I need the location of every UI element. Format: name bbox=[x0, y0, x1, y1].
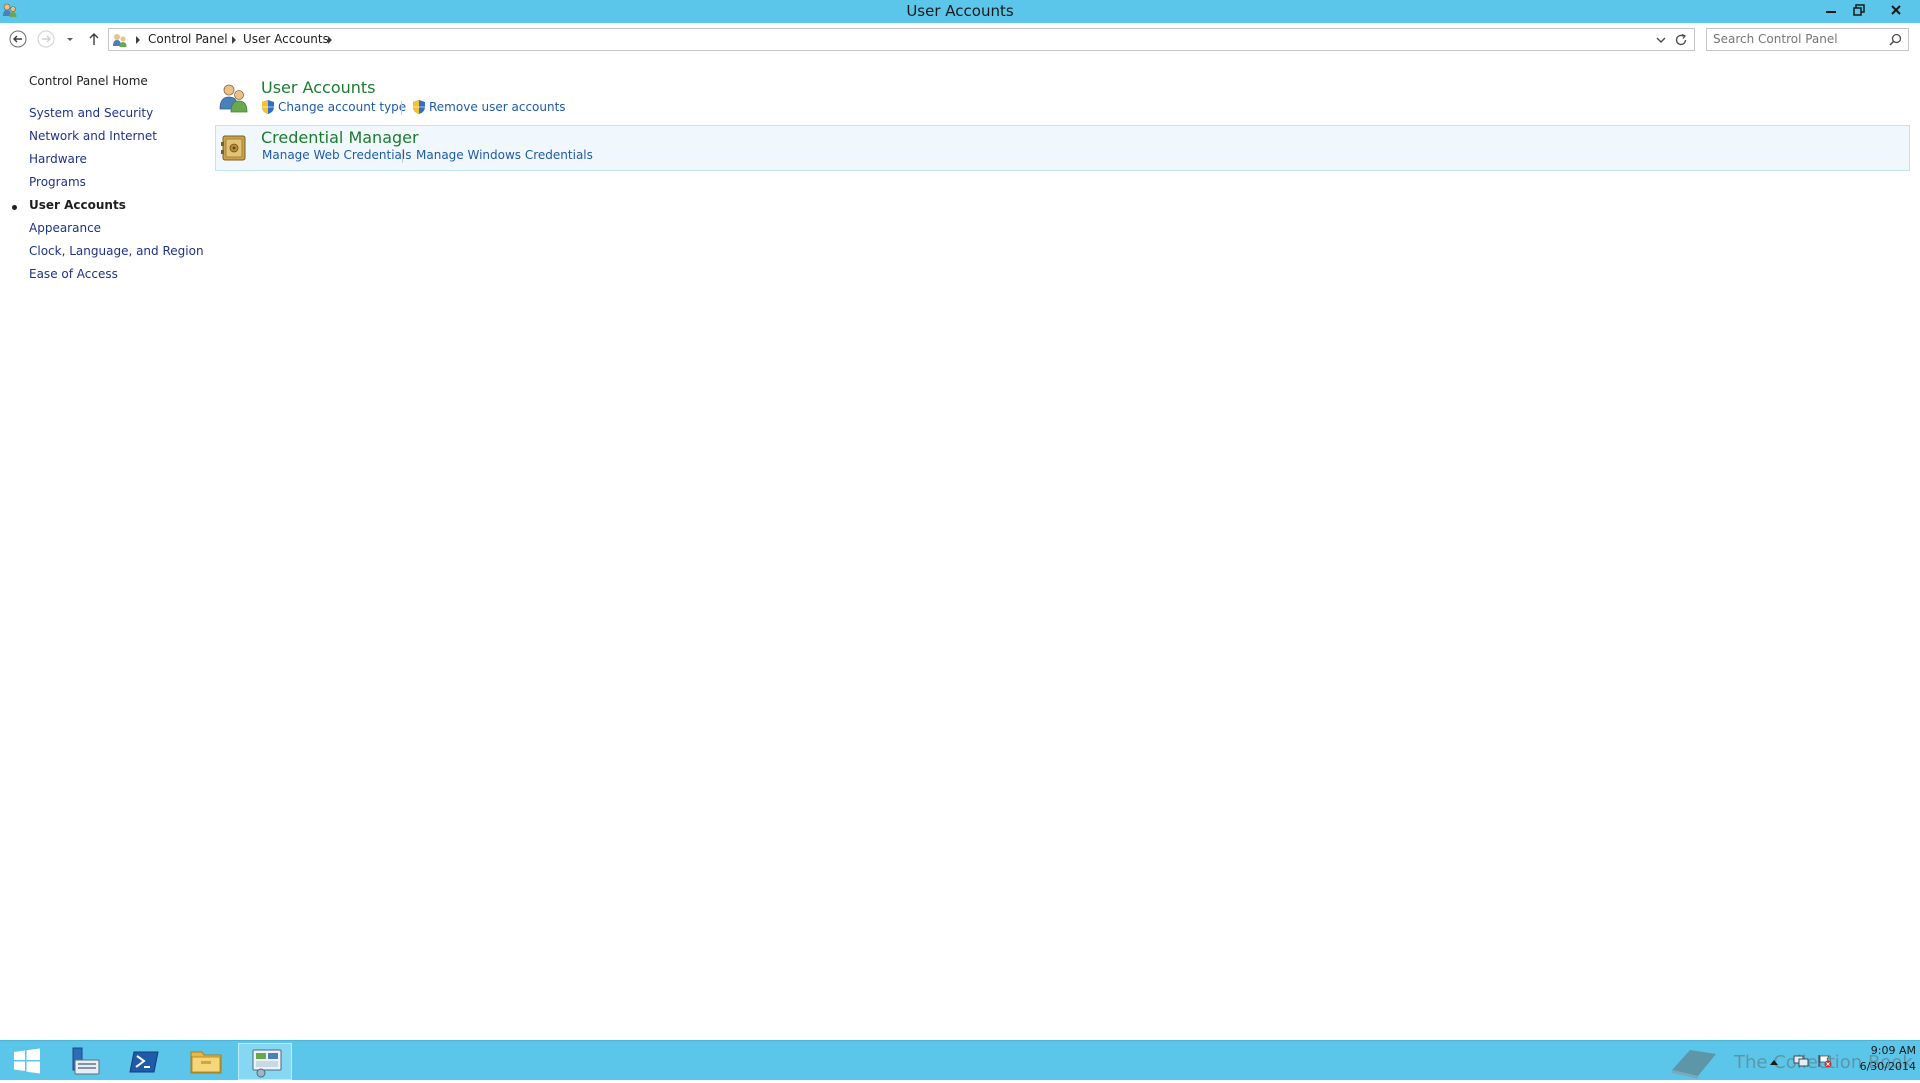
sidebar-item-programs[interactable]: Programs bbox=[29, 175, 86, 189]
sidebar-item-network-and-internet[interactable]: Network and Internet bbox=[29, 129, 157, 143]
server-manager-button[interactable] bbox=[57, 1043, 111, 1080]
file-explorer-icon bbox=[190, 1051, 222, 1074]
minimize-icon bbox=[1825, 11, 1836, 13]
clock-time: 9:09 AM bbox=[1870, 1044, 1916, 1057]
task-divider bbox=[402, 149, 403, 163]
system-clock[interactable]: 9:09 AM 6/30/2014 bbox=[1840, 1043, 1916, 1075]
network-tray-button[interactable] bbox=[1793, 1054, 1809, 1071]
restore-button[interactable] bbox=[1845, 0, 1872, 20]
chevron-down-icon bbox=[67, 38, 73, 41]
book-icon bbox=[1672, 1050, 1716, 1079]
address-dropdown-button[interactable] bbox=[1654, 33, 1668, 47]
file-explorer-button[interactable] bbox=[178, 1043, 232, 1080]
control-panel-taskbar-button[interactable] bbox=[238, 1043, 292, 1080]
up-button[interactable] bbox=[84, 29, 108, 53]
chevron-down-icon bbox=[1656, 37, 1666, 43]
sidebar-item-system-and-security[interactable]: System and Security bbox=[29, 106, 153, 120]
control-panel-home-link[interactable]: Control Panel Home bbox=[29, 74, 148, 88]
credential-manager-title-link[interactable]: Credential Manager bbox=[261, 128, 419, 147]
back-button[interactable] bbox=[8, 29, 32, 53]
back-arrow-icon bbox=[9, 30, 27, 48]
refresh-button[interactable] bbox=[1673, 32, 1689, 48]
window-title: User Accounts bbox=[906, 2, 1014, 20]
navigation-bar: Control Panel User Accounts bbox=[0, 23, 1920, 58]
action-center-button[interactable] bbox=[1817, 1054, 1833, 1071]
title-bar: User Accounts bbox=[0, 0, 1920, 23]
server-manager-icon bbox=[72, 1047, 100, 1075]
manage-windows-credentials-link[interactable]: Manage Windows Credentials bbox=[416, 148, 593, 162]
change-account-type-link[interactable]: Change account type bbox=[278, 100, 406, 114]
refresh-icon bbox=[1675, 33, 1687, 46]
sidebar-item-ease-of-access[interactable]: Ease of Access bbox=[29, 267, 118, 281]
network-icon bbox=[1793, 1055, 1809, 1067]
watermark-logo: The Collection Book bbox=[1666, 1044, 1913, 1080]
task-divider bbox=[401, 101, 402, 115]
breadcrumb-user-accounts[interactable]: User Accounts bbox=[243, 32, 329, 46]
breadcrumb-control-panel[interactable]: Control Panel bbox=[148, 32, 228, 46]
restore-icon bbox=[1852, 4, 1865, 16]
address-bar[interactable]: Control Panel User Accounts bbox=[108, 28, 1695, 51]
manage-web-credentials-link[interactable]: Manage Web Credentials bbox=[262, 148, 411, 162]
clock-date: 6/30/2014 bbox=[1859, 1060, 1916, 1073]
search-input[interactable] bbox=[1713, 32, 1883, 46]
powershell-button[interactable] bbox=[117, 1043, 171, 1080]
active-item-bullet-icon bbox=[12, 205, 17, 210]
category-credential-manager[interactable]: Credential Manager Manage Web Credential… bbox=[215, 125, 1910, 171]
chevron-up-icon bbox=[1770, 1060, 1778, 1065]
forward-button[interactable] bbox=[36, 29, 60, 53]
close-icon bbox=[1891, 5, 1901, 15]
minimize-button[interactable] bbox=[1817, 0, 1844, 20]
sidebar-item-hardware[interactable]: Hardware bbox=[29, 152, 87, 166]
control-panel-location-icon bbox=[112, 32, 128, 51]
breadcrumb-separator-icon[interactable] bbox=[326, 35, 334, 45]
sidebar-item-clock-language-region[interactable]: Clock, Language, and Region bbox=[29, 244, 204, 258]
credential-vault-icon[interactable] bbox=[219, 132, 251, 164]
remove-user-accounts-link[interactable]: Remove user accounts bbox=[429, 100, 566, 114]
search-icon[interactable] bbox=[1889, 33, 1902, 49]
recent-locations-button[interactable] bbox=[64, 29, 80, 53]
breadcrumb-separator-icon[interactable] bbox=[134, 35, 142, 45]
control-panel-icon bbox=[252, 1049, 282, 1078]
breadcrumb-separator-icon[interactable] bbox=[230, 35, 238, 45]
uac-shield-icon bbox=[261, 99, 275, 115]
user-accounts-title-link[interactable]: User Accounts bbox=[261, 78, 376, 97]
up-arrow-icon bbox=[89, 33, 99, 45]
start-button[interactable] bbox=[0, 1043, 54, 1080]
taskbar: The Collection Book 9:09 AM 6/30/2014 bbox=[0, 1040, 1920, 1080]
uac-shield-icon bbox=[412, 99, 426, 115]
close-button[interactable] bbox=[1880, 0, 1912, 20]
sidebar-item-user-accounts[interactable]: User Accounts bbox=[29, 198, 126, 212]
show-hidden-icons-button[interactable] bbox=[1769, 1055, 1779, 1069]
start-icon bbox=[14, 1048, 40, 1074]
sidebar-item-appearance[interactable]: Appearance bbox=[29, 221, 101, 235]
action-center-flag-icon bbox=[1818, 1055, 1832, 1068]
search-box[interactable] bbox=[1706, 28, 1909, 51]
powershell-icon bbox=[129, 1051, 159, 1073]
category-user-accounts: User Accounts Change account type Remove… bbox=[215, 75, 1910, 121]
forward-arrow-icon bbox=[37, 30, 55, 48]
users-icon[interactable] bbox=[218, 81, 250, 113]
